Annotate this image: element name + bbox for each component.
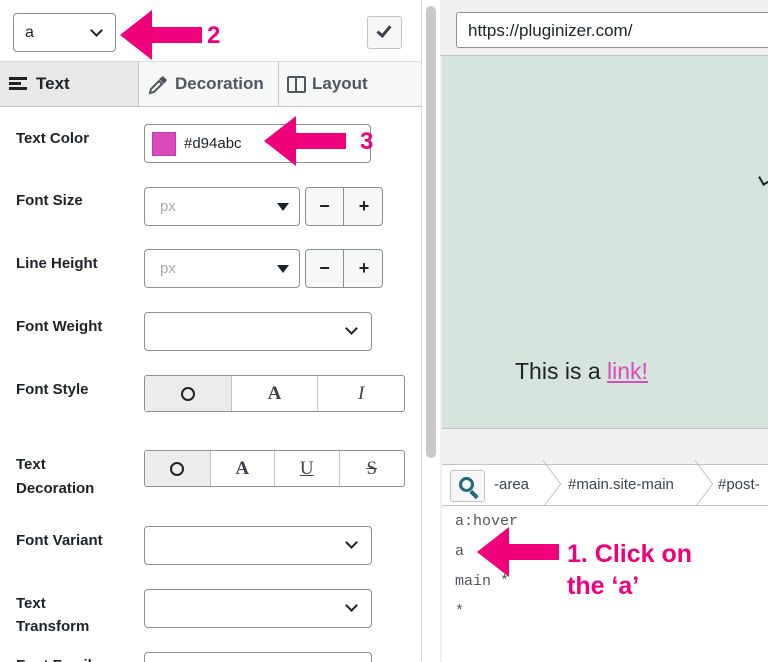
text-decoration-underline-button[interactable]: U bbox=[275, 451, 340, 486]
tab-decoration[interactable]: Decoration bbox=[139, 62, 279, 106]
editor-scrollbar[interactable] bbox=[426, 6, 436, 458]
css-rule-item[interactable]: a bbox=[455, 543, 464, 560]
breadcrumb-item[interactable]: #main.site-main bbox=[568, 465, 674, 505]
text-color-value: #d94abc bbox=[184, 135, 242, 152]
breadcrumb-separator bbox=[524, 459, 562, 509]
chevron-down-icon bbox=[90, 24, 103, 37]
line-height-increment-button[interactable]: + bbox=[345, 250, 383, 287]
style-editor-panel: a Text Decoration Layout Text Color #d94… bbox=[0, 0, 422, 662]
font-size-increment-button[interactable]: + bbox=[345, 188, 383, 225]
annotation-step-2: 2 bbox=[207, 22, 221, 49]
text-decoration-strikethrough-button[interactable]: S bbox=[340, 451, 405, 486]
font-family-select[interactable] bbox=[144, 652, 372, 662]
font-style-label: Font Style bbox=[16, 381, 89, 398]
font-size-decrement-button[interactable]: − bbox=[306, 188, 344, 225]
annotation-step-1: 1. Click on the ‘a’ bbox=[567, 538, 692, 602]
circle-icon bbox=[180, 386, 195, 401]
page-preview: This is a link! bbox=[442, 56, 768, 428]
preview-text: This is a bbox=[515, 358, 608, 384]
text-decoration-label-line1: Text bbox=[16, 456, 46, 473]
annotation-step-3: 3 bbox=[360, 128, 374, 155]
font-weight-select[interactable] bbox=[144, 312, 372, 351]
chevron-down-icon bbox=[345, 599, 358, 612]
text-decoration-label-line2: Decoration bbox=[16, 480, 95, 497]
font-style-none-button[interactable] bbox=[145, 376, 232, 411]
breadcrumb-item[interactable]: #post-5 bbox=[718, 465, 768, 533]
url-bar: https://pluginizer.com/ bbox=[440, 0, 768, 56]
text-transform-select[interactable] bbox=[144, 589, 372, 628]
text-decoration-buttons: A U S bbox=[144, 450, 405, 487]
text-decoration-plain-button[interactable]: A bbox=[211, 451, 275, 486]
arrow-left-icon bbox=[120, 10, 202, 60]
preview-divider bbox=[442, 428, 768, 464]
line-height-stepper: − + bbox=[305, 249, 383, 288]
font-variant-select[interactable] bbox=[144, 526, 372, 565]
annotation-step-1-line2: the ‘a’ bbox=[567, 572, 640, 600]
font-variant-label: Font Variant bbox=[16, 532, 103, 549]
line-height-unit-select[interactable]: px bbox=[144, 249, 300, 288]
element-selector-value: a bbox=[25, 24, 34, 41]
font-family-label: Font Family bbox=[16, 654, 100, 662]
font-size-unit-select[interactable]: px bbox=[144, 187, 300, 226]
breadcrumb-item[interactable]: -area bbox=[494, 465, 529, 505]
search-icon-handle bbox=[469, 489, 479, 500]
line-height-unit: px bbox=[160, 260, 176, 277]
css-rule-item[interactable]: * bbox=[455, 603, 464, 620]
font-size-stepper: − + bbox=[305, 187, 383, 226]
checkmark-icon bbox=[376, 22, 392, 38]
columns-icon bbox=[287, 75, 306, 93]
editor-tabs: Text Decoration Layout bbox=[0, 62, 421, 107]
font-style-normal-button[interactable]: A bbox=[232, 376, 319, 411]
circle-icon bbox=[170, 461, 185, 476]
chevron-down-icon bbox=[345, 536, 358, 549]
caret-down-icon bbox=[277, 265, 289, 273]
font-weight-label: Font Weight bbox=[16, 318, 103, 335]
text-transform-label-line1: Text bbox=[16, 595, 46, 612]
url-input[interactable]: https://pluginizer.com/ bbox=[456, 12, 768, 48]
font-size-label: Font Size bbox=[16, 192, 83, 209]
align-left-icon bbox=[8, 75, 30, 93]
font-style-italic-button[interactable]: I bbox=[318, 376, 404, 411]
arrow-left-icon bbox=[477, 527, 559, 577]
tab-text[interactable]: Text bbox=[0, 62, 139, 106]
preview-link[interactable]: link! bbox=[607, 358, 648, 384]
annotation-step-1-line1: 1. Click on bbox=[567, 540, 693, 568]
arrow-left-icon bbox=[264, 116, 346, 166]
breadcrumb: -area #main.site-main #post-5 bbox=[442, 459, 768, 533]
tab-layout[interactable]: Layout bbox=[279, 62, 421, 106]
text-decoration-none-button[interactable] bbox=[145, 451, 211, 486]
line-height-label: Line Height bbox=[16, 255, 98, 272]
tab-layout-label: Layout bbox=[312, 74, 368, 93]
text-color-label: Text Color bbox=[16, 130, 90, 147]
caret-down-icon bbox=[277, 203, 289, 211]
breadcrumb-separator bbox=[676, 459, 714, 509]
tab-text-label: Text bbox=[36, 74, 70, 93]
confirm-button[interactable] bbox=[367, 16, 402, 49]
chevron-down-icon bbox=[345, 322, 358, 335]
inspect-button[interactable] bbox=[450, 470, 485, 502]
eyedropper-icon bbox=[147, 75, 169, 95]
font-style-buttons: A I bbox=[144, 375, 405, 412]
preview-glyph bbox=[758, 172, 768, 186]
font-size-unit: px bbox=[160, 198, 176, 215]
preview-sentence: This is a link! bbox=[515, 358, 648, 385]
element-selector-dropdown[interactable]: a bbox=[13, 13, 116, 52]
color-swatch[interactable] bbox=[152, 132, 176, 156]
tab-decoration-label: Decoration bbox=[175, 74, 264, 93]
line-height-decrement-button[interactable]: − bbox=[306, 250, 344, 287]
text-transform-label-line2: Transform bbox=[16, 618, 90, 635]
